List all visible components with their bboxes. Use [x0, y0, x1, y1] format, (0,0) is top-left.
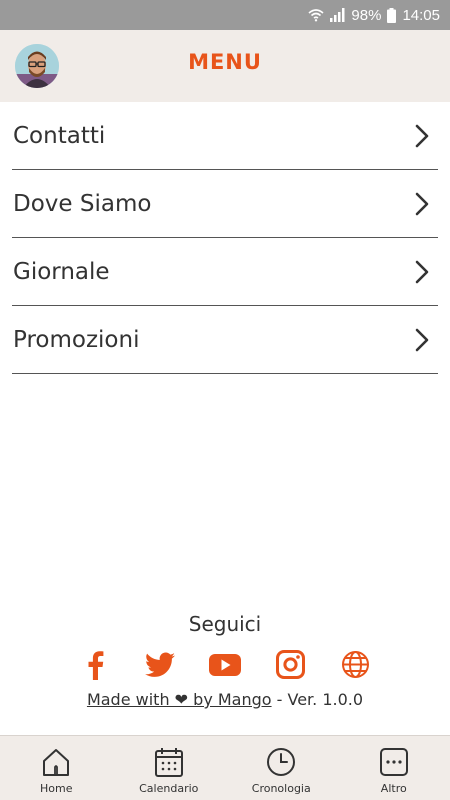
calendar-icon	[154, 748, 183, 777]
youtube-icon[interactable]	[209, 648, 242, 681]
status-bar: 98% 14:05	[0, 0, 450, 30]
menu-item-label: Giornale	[13, 258, 110, 285]
nav-label: Home	[40, 782, 73, 795]
social-links	[0, 648, 450, 680]
clock-time: 14:05	[402, 6, 440, 24]
clock-icon	[267, 748, 296, 776]
menu-list: Contatti Dove Siamo Giornale Promozioni	[12, 102, 438, 374]
chevron-right-icon	[415, 328, 429, 351]
more-icon	[379, 748, 408, 776]
menu-item-label: Dove Siamo	[13, 190, 152, 217]
nav-label: Calendario	[139, 782, 199, 795]
twitter-icon[interactable]	[144, 648, 177, 681]
wifi-icon	[308, 8, 324, 22]
chevron-right-icon	[415, 260, 429, 283]
nav-item-home[interactable]: Home	[0, 736, 112, 800]
made-with-link[interactable]: Made with ❤ by Mango	[87, 690, 272, 709]
menu-item-giornale[interactable]: Giornale	[12, 238, 438, 306]
menu-item-promozioni[interactable]: Promozioni	[12, 306, 438, 374]
signal-icon	[330, 8, 345, 22]
menu-item-label: Promozioni	[13, 326, 140, 353]
nav-item-altro[interactable]: Altro	[338, 736, 450, 800]
credits-text: Made with ❤ by Mango - Ver. 1.0.0	[0, 690, 450, 709]
follow-title: Seguici	[188, 612, 262, 636]
app-header: MENU	[0, 30, 450, 102]
battery-level: 98%	[351, 6, 382, 24]
nav-label: Altro	[380, 782, 407, 795]
battery-icon	[387, 7, 397, 23]
follow-section: Seguici Made with ❤ by Mango - Ver. 1.0.…	[0, 612, 450, 709]
bottom-nav: Home Calendario Cronologia Altro	[0, 735, 450, 800]
facebook-icon[interactable]	[79, 648, 112, 681]
instagram-icon[interactable]	[274, 648, 307, 681]
version-text: - Ver. 1.0.0	[271, 690, 364, 709]
nav-item-cronologia[interactable]: Cronologia	[225, 736, 337, 800]
menu-item-contatti[interactable]: Contatti	[12, 102, 438, 170]
website-icon[interactable]	[339, 648, 372, 681]
chevron-right-icon	[415, 124, 429, 147]
menu-item-dove-siamo[interactable]: Dove Siamo	[12, 170, 438, 238]
nav-item-calendario[interactable]: Calendario	[113, 736, 225, 800]
nav-label: Cronologia	[251, 782, 311, 795]
page-title: MENU	[188, 50, 262, 74]
home-icon	[43, 749, 70, 776]
chevron-right-icon	[415, 192, 429, 215]
menu-item-label: Contatti	[13, 122, 106, 149]
